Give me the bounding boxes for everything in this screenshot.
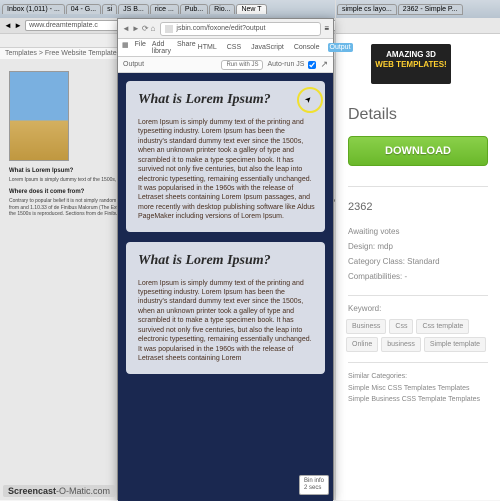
tag[interactable]: Online	[346, 337, 378, 352]
jsbin-menu: ▦ File Add library Share HTML CSS JavaSc…	[118, 39, 333, 57]
thumbnail-image	[9, 71, 69, 161]
ad-line: AMAZING 3D	[371, 50, 451, 60]
bin-info-badge[interactable]: Bin info 2 secs	[299, 475, 329, 495]
download-button[interactable]: DOWNLOAD	[348, 136, 488, 166]
card-body: Lorem Ipsum is simply dummy text of the …	[138, 118, 315, 222]
similar-heading: Similar Categories:	[348, 371, 488, 383]
bg-tab[interactable]: rice ...	[150, 4, 179, 14]
tag[interactable]: business	[381, 337, 421, 352]
bin-info-label: Bin info	[304, 478, 324, 485]
meta-line: Category Class: Standard	[348, 254, 488, 269]
right-toolbar	[336, 18, 500, 34]
file-menu[interactable]: File	[135, 41, 146, 55]
reload-icon[interactable]: ⟳	[142, 24, 149, 33]
jsbin-popup-window: ◄ ► ⟳ ⌂ jsbin.com/foxone/edit?output ≡ ▦…	[117, 18, 334, 500]
keyword-tags: Business Css Css template Online busines…	[336, 315, 500, 356]
meta-line: Design: mdp	[348, 239, 488, 254]
right-browser-panel: simple cs layo... 2362 - Simple P... AMA…	[335, 0, 500, 500]
back-icon[interactable]: ◄	[122, 24, 130, 33]
panel-output[interactable]: Output	[328, 43, 353, 52]
similar-link[interactable]: Simple Business CSS Template Templates	[348, 396, 480, 403]
jsbin-url: jsbin.com/foxone/edit?output	[176, 25, 265, 32]
panel-html[interactable]: HTML	[196, 43, 219, 52]
fwd-icon[interactable]: ►	[14, 21, 22, 30]
autorun-label: Auto-run JS	[267, 61, 304, 68]
bin-info-time: 2 secs	[304, 485, 324, 492]
jsbin-subbar: Output Run with JS Auto-run JS ↗	[118, 57, 333, 73]
keyword-heading: Keyword:	[336, 302, 500, 315]
similar-block: Similar Categories: Simple Misc CSS Temp…	[336, 369, 500, 409]
meta-line: Awaiting votes	[348, 224, 488, 239]
jsbin-address-bar[interactable]: jsbin.com/foxone/edit?output	[160, 22, 321, 36]
bg-tab[interactable]: JS B...	[118, 4, 149, 14]
popout-icon[interactable]: ↗	[320, 59, 328, 70]
share-menu[interactable]: Share	[177, 41, 196, 55]
output-label: Output	[123, 61, 144, 68]
details-heading: Details	[336, 94, 500, 136]
tag[interactable]: Css template	[416, 319, 469, 334]
bg-tab[interactable]: New T	[236, 4, 266, 14]
separator	[348, 362, 488, 363]
fwd-icon[interactable]: ►	[132, 24, 140, 33]
panel-css[interactable]: CSS	[225, 43, 243, 52]
content-card: What is Lorem Ipsum? Lorem Ipsum is simp…	[126, 242, 325, 374]
jsbin-output-preview: What is Lorem Ipsum? Lorem Ipsum is simp…	[118, 73, 333, 501]
bg-tab[interactable]: Rio...	[209, 4, 235, 14]
bg-tab[interactable]: si	[102, 4, 117, 14]
separator	[348, 295, 488, 296]
bg-tab[interactable]: 04 - G...	[66, 4, 101, 14]
right-tab[interactable]: simple cs layo...	[337, 4, 397, 15]
cursor-highlight-icon	[297, 87, 323, 113]
similar-link[interactable]: Simple Misc CSS Templates Templates	[348, 385, 470, 392]
right-tab-strip: simple cs layo... 2362 - Simple P...	[336, 0, 500, 18]
tag[interactable]: Css	[389, 319, 413, 334]
bg-tab[interactable]: Pub...	[180, 4, 208, 14]
bg-tab[interactable]: Inbox (1,011) - ...	[2, 4, 65, 14]
meta-line: Compatibilities: -	[348, 269, 488, 284]
menu-icon[interactable]: ≡	[324, 24, 329, 33]
autorun-checkbox[interactable]	[308, 61, 316, 69]
page-icon	[165, 25, 173, 33]
watermark-text: Screencast	[8, 486, 56, 496]
panel-js[interactable]: JavaScript	[249, 43, 286, 52]
home-icon[interactable]: ⌂	[151, 24, 156, 33]
watermark: Screencast-O-Matic.com	[3, 485, 115, 497]
run-js-button[interactable]: Run with JS	[221, 60, 263, 70]
jsbin-address-bar-row: ◄ ► ⟳ ⌂ jsbin.com/foxone/edit?output ≡	[118, 19, 333, 39]
template-id: 2362	[348, 197, 488, 218]
addlib-menu[interactable]: Add library	[152, 41, 171, 55]
back-icon[interactable]: ◄	[4, 21, 12, 30]
card-heading: What is Lorem Ipsum?	[138, 91, 315, 110]
content-card: What is Lorem Ipsum? Lorem Ipsum is simp…	[126, 81, 325, 232]
tag[interactable]: Simple template	[424, 337, 486, 352]
card-body: Lorem Ipsum is simply dummy text of the …	[138, 279, 315, 364]
separator	[348, 186, 488, 187]
jsbin-logo-icon[interactable]: ▦	[122, 41, 129, 55]
ad-line: WEB TEMPLATES!	[375, 60, 446, 69]
ad-banner[interactable]: AMAZING 3D WEB TEMPLATES!	[371, 44, 451, 84]
tag[interactable]: Business	[346, 319, 386, 334]
meta-block: 2362 Awaiting votes Design: mdp Category…	[336, 193, 500, 289]
watermark-text: -O-Matic.com	[56, 486, 110, 496]
right-tab[interactable]: 2362 - Simple P...	[398, 4, 463, 15]
card-heading: What is Lorem Ipsum?	[138, 252, 315, 271]
panel-console[interactable]: Console	[292, 43, 322, 52]
